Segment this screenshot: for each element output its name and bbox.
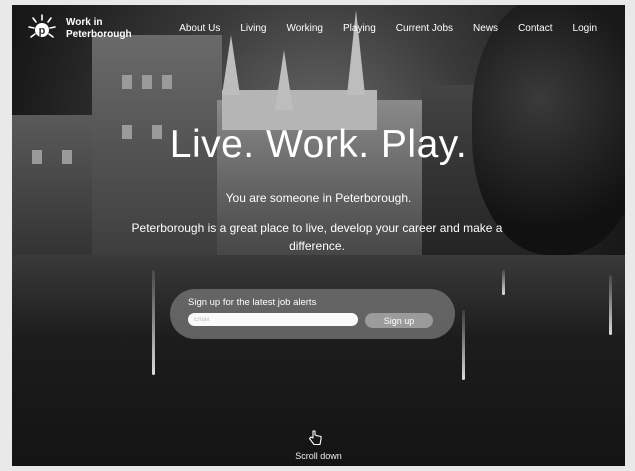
- brand-line-1: Work in: [66, 17, 103, 28]
- hero-section: p Work in Peterborough About Us Living W…: [12, 5, 625, 466]
- main-menu: About Us Living Working Playing Current …: [179, 23, 597, 34]
- nav-news[interactable]: News: [473, 23, 498, 34]
- nav-living[interactable]: Living: [240, 23, 266, 34]
- nav-login[interactable]: Login: [573, 23, 597, 34]
- background-window: [162, 75, 172, 89]
- background-spire: [275, 50, 293, 110]
- signup-label: Sign up for the latest job alerts: [188, 297, 317, 308]
- top-navigation: p Work in Peterborough About Us Living W…: [12, 5, 625, 53]
- nav-working[interactable]: Working: [286, 23, 323, 34]
- background-window: [142, 75, 152, 89]
- hand-pointer-down-icon[interactable]: [306, 429, 324, 447]
- background-fountain-jet: [152, 270, 155, 375]
- hero-subtitle: You are someone in Peterborough.: [225, 191, 412, 205]
- svg-text:p: p: [39, 25, 46, 37]
- nav-current-jobs[interactable]: Current Jobs: [396, 23, 453, 34]
- signup-button[interactable]: Sign up: [365, 313, 433, 328]
- nav-about-us[interactable]: About Us: [179, 23, 220, 34]
- email-input[interactable]: [188, 313, 358, 326]
- hero-headline: Live. Work. Play.: [169, 123, 468, 166]
- job-alert-signup-form: Sign up for the latest job alerts Sign u…: [170, 289, 455, 339]
- background-fountain-jet: [502, 270, 505, 295]
- background-fountain-jet: [609, 275, 612, 335]
- background-fountain-jet: [462, 310, 465, 380]
- nav-contact[interactable]: Contact: [518, 23, 552, 34]
- brand-line-2: Peterborough: [66, 29, 132, 40]
- brand-name[interactable]: Work in Peterborough: [66, 17, 132, 41]
- hero-body-text: Peterborough is a great place to live, d…: [131, 221, 503, 253]
- work-in-peterborough-logo[interactable]: p: [26, 13, 58, 45]
- nav-playing[interactable]: Playing: [343, 23, 376, 34]
- scroll-down-label[interactable]: Scroll down: [12, 451, 625, 461]
- background-window: [122, 75, 132, 89]
